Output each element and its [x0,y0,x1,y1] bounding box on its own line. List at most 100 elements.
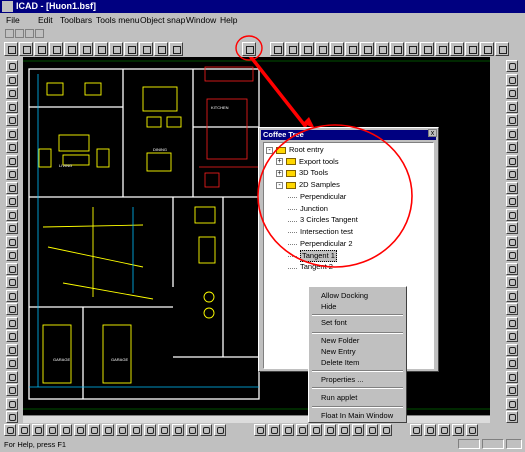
context-menu-item[interactable]: Properties ... [321,375,364,385]
linetype-icon[interactable] [25,29,34,38]
tree-item[interactable]: 3D Tools [299,168,328,178]
expand-icon[interactable]: + [276,158,283,166]
cad-tool-icon[interactable] [6,87,18,99]
context-menu-item[interactable]: Allow Docking [321,291,368,301]
cad-tool-icon[interactable] [144,424,156,436]
coffee-cup-icon[interactable] [242,42,256,56]
cad-tool-icon[interactable] [102,424,114,436]
cad-tool-icon[interactable] [506,100,518,113]
cad-tool-icon[interactable] [6,60,18,72]
cad-tool-icon[interactable] [420,42,434,56]
cad-tool-icon[interactable] [79,42,93,56]
cad-tool-icon[interactable] [6,168,18,180]
cad-tool-icon[interactable] [6,249,18,261]
tree-item[interactable]: Perpendicular [300,192,346,202]
cad-tool-icon[interactable] [254,424,266,436]
cad-tool-icon[interactable] [172,424,184,436]
cad-tool-icon[interactable] [495,42,509,56]
cad-tool-icon[interactable] [154,42,168,56]
cad-tool-icon[interactable] [6,208,18,221]
cad-tool-icon[interactable] [506,249,518,261]
cad-tool-icon[interactable] [506,181,518,194]
cad-tool-icon[interactable] [506,235,518,248]
cad-tool-icon[interactable] [46,424,58,436]
cad-tool-icon[interactable] [19,42,33,56]
cad-tool-icon[interactable] [300,42,314,56]
cad-tool-icon[interactable] [94,42,108,56]
tree-item[interactable]: Tangent 1 [300,250,337,263]
context-menu-item[interactable]: Run applet [321,393,357,403]
cad-tool-icon[interactable] [60,424,72,436]
menu-help[interactable]: Help [220,13,237,27]
cad-tool-icon[interactable] [345,42,359,56]
cad-tool-icon[interactable] [130,424,142,436]
cad-tool-icon[interactable] [6,316,18,329]
context-menu-item[interactable]: Delete Item [321,358,359,368]
cad-tool-icon[interactable] [506,141,518,153]
tree-item[interactable]: Tangent 2 [300,262,333,272]
cad-tool-icon[interactable] [338,424,350,436]
cad-tool-icon[interactable] [410,424,422,436]
cad-tool-icon[interactable] [6,222,18,234]
cad-tool-icon[interactable] [405,42,419,56]
cad-tool-icon[interactable] [6,343,18,356]
cad-tool-icon[interactable] [49,42,63,56]
cad-tool-icon[interactable] [506,114,518,126]
cad-tool-icon[interactable] [390,42,404,56]
cad-tool-icon[interactable] [124,42,138,56]
cad-tool-icon[interactable] [506,208,518,221]
cad-tool-icon[interactable] [296,424,308,436]
cad-tool-icon[interactable] [315,42,329,56]
cad-tool-icon[interactable] [506,357,518,369]
cad-tool-icon[interactable] [452,424,464,436]
cad-tool-icon[interactable] [6,141,18,153]
cad-tool-icon[interactable] [506,411,518,423]
cad-tool-icon[interactable] [4,42,18,56]
panel-title-bar[interactable]: Coffee Tree [261,130,436,140]
cad-tool-icon[interactable] [6,330,18,342]
menu-toolbars[interactable]: Toolbars [60,13,92,27]
menu-edit[interactable]: Edit [38,13,53,27]
panel-close-button[interactable]: x [428,129,437,137]
cad-tool-icon[interactable] [6,195,18,207]
cad-tool-icon[interactable] [506,195,518,207]
cad-tool-icon[interactable] [6,411,18,423]
cad-tool-icon[interactable] [352,424,364,436]
cad-tool-icon[interactable] [506,222,518,234]
tree-item[interactable]: Intersection test [300,227,353,237]
cad-tool-icon[interactable] [310,424,322,436]
context-menu-item[interactable]: New Entry [321,347,356,357]
cad-tool-icon[interactable] [6,100,18,113]
cad-tool-icon[interactable] [324,424,336,436]
tree-item[interactable]: Junction [300,204,328,214]
context-menu-item[interactable]: Float In Main Window [321,411,393,421]
cad-tool-icon[interactable] [506,262,518,275]
cad-tool-icon[interactable] [466,424,478,436]
menu-file[interactable]: File [6,13,20,27]
cad-tool-icon[interactable] [506,168,518,180]
cad-tool-icon[interactable] [6,114,18,126]
cad-tool-icon[interactable] [32,424,44,436]
expand-icon[interactable]: + [276,169,283,177]
cad-tool-icon[interactable] [6,235,18,248]
cad-tool-icon[interactable] [158,424,170,436]
cad-tool-icon[interactable] [506,343,518,356]
cad-tool-icon[interactable] [6,181,18,194]
layer-icon[interactable] [5,29,14,38]
cad-tool-icon[interactable] [506,154,518,167]
cad-tool-icon[interactable] [506,289,518,302]
cad-tool-icon[interactable] [506,60,518,72]
tree-item[interactable]: Perpendicular 2 [300,239,353,249]
cad-tool-icon[interactable] [169,42,183,56]
cad-tool-icon[interactable] [435,42,449,56]
cad-tool-icon[interactable] [74,424,86,436]
menu-window[interactable]: Window [186,13,216,27]
collapse-icon[interactable]: - [276,181,283,189]
context-menu-item[interactable]: Hide [321,302,336,312]
color-icon[interactable] [15,29,24,38]
cad-tool-icon[interactable] [480,42,494,56]
menu-object-snap[interactable]: Object snap [140,13,185,27]
cad-tool-icon[interactable] [200,424,212,436]
cad-tool-icon[interactable] [214,424,226,436]
cad-tool-icon[interactable] [506,384,518,396]
